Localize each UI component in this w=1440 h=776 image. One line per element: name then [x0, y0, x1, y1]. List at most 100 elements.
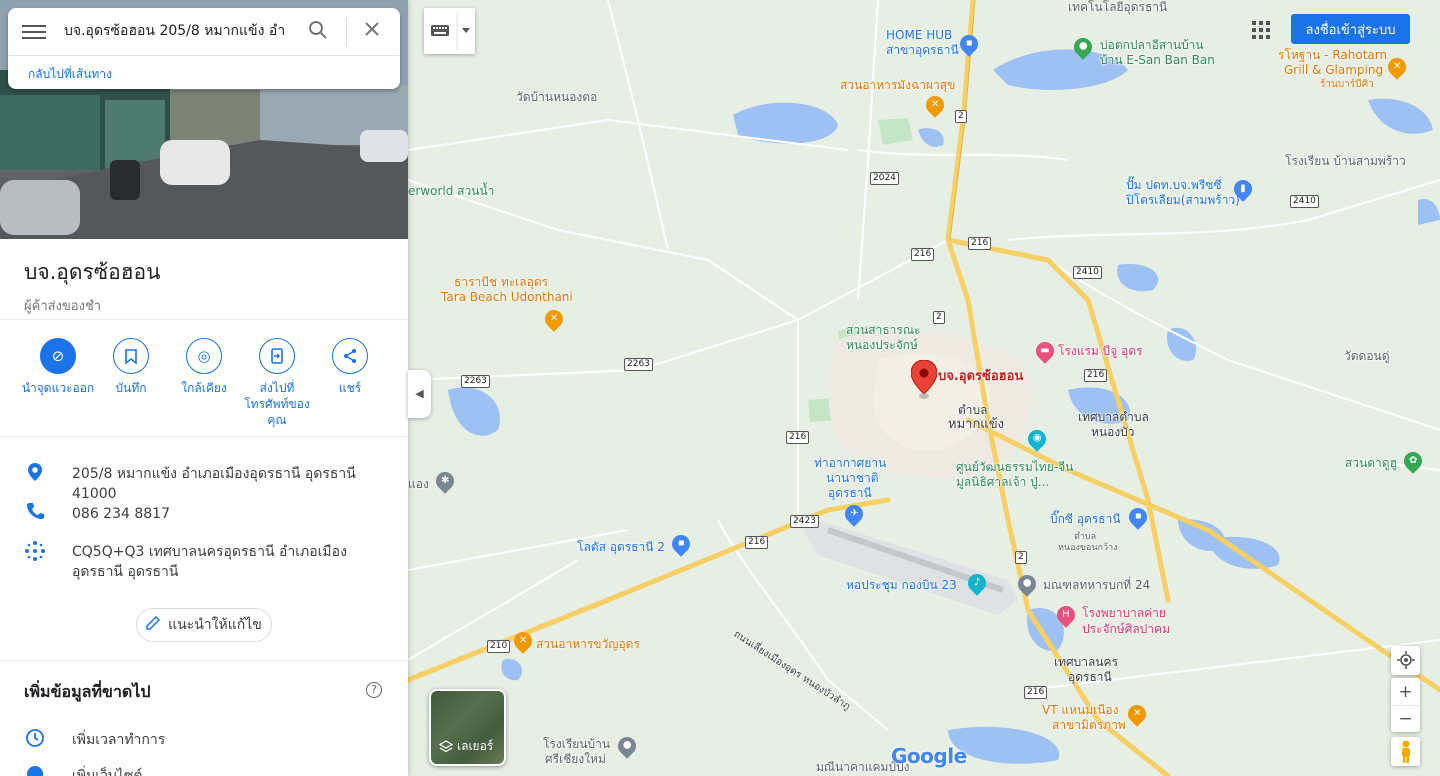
phone-handset-glyph — [27, 503, 44, 519]
poi-label: ประจักษ์ศิลปาคม — [1082, 622, 1170, 636]
help-icon[interactable]: ? — [366, 682, 382, 698]
poi-label[interactable]: โรงเรียน บ้านสามพร้าว — [1285, 154, 1406, 168]
globe-icon — [24, 764, 46, 776]
poi-label[interactable]: ธาราบีช ทะเลอุดร — [454, 275, 548, 289]
search-box-divider — [8, 55, 400, 56]
my-location-icon — [1391, 646, 1420, 673]
nearby-button[interactable]: ◎ ใกล้เคียง — [166, 338, 242, 396]
poi-label[interactable]: แอง — [408, 477, 429, 491]
poi-label[interactable]: วัดบ้านหนองตอ — [516, 90, 597, 104]
bookmark-icon — [113, 338, 149, 374]
road-shield: 2 — [955, 110, 967, 123]
google-apps-icon[interactable] — [1252, 21, 1270, 39]
layers-button[interactable]: เลเยอร์ — [429, 689, 506, 766]
action-label: แชร์ — [338, 381, 362, 395]
poi-label: อุดรธานี — [828, 486, 872, 500]
close-icon[interactable] — [360, 20, 384, 44]
poi-label: ปิโตรเลียม(สามพร้าว) — [1126, 193, 1240, 207]
search-input[interactable]: บจ.อุดรซ้อฮอน 205/8 หมากแข้ง อำ — [64, 20, 294, 44]
plus-code-glyph — [25, 541, 45, 561]
bookmark-glyph — [125, 348, 137, 364]
poi-label[interactable]: VT แหนมเนือง — [1042, 703, 1118, 717]
poi-label[interactable]: ปั๊ม ปตท.บจ.พรีซซี่ — [1126, 178, 1222, 192]
suggest-edit-button[interactable]: แนะนำให้แก้ไข — [136, 608, 272, 642]
area-label: อุดรธานี — [1068, 670, 1112, 684]
add-website-text: เพิ่มเว็บไซต์ — [72, 768, 143, 776]
crosshair-glyph — [1396, 650, 1415, 669]
phone-text: 086 234 8817 — [72, 506, 170, 522]
save-button[interactable]: บันทึก — [93, 338, 169, 396]
poi-label[interactable]: รโหฐาน - Rahotarn — [1278, 48, 1387, 62]
selected-place-marker[interactable] — [911, 360, 937, 400]
send-to-phone-button[interactable]: ส่งไปที่โทรศัพท์ของคุณ — [239, 338, 315, 428]
close-icon-glyph — [365, 22, 379, 36]
zoom-in-button[interactable]: + — [1391, 678, 1420, 705]
street-view-pegman-icon[interactable] — [1391, 737, 1420, 766]
poi-label[interactable]: HOME HUB — [886, 28, 952, 42]
divider — [0, 319, 408, 320]
poi-label[interactable]: ศูนย์วัฒนธรรมไทย-จีน — [956, 460, 1073, 474]
road-shield: 216 — [968, 237, 992, 250]
road-shield: 2 — [933, 311, 945, 324]
input-tools-button[interactable] — [424, 8, 475, 54]
poi-label[interactable]: สวนอาหารขวัญอุดร — [536, 637, 640, 651]
missing-info-heading: เพิ่มข้อมูลที่ขาดไป — [24, 682, 151, 701]
area-label: หมากแข้ง — [948, 417, 1004, 432]
clock-glyph — [26, 729, 44, 747]
selected-place-label[interactable]: บจ.อุดรซ้อฮอน — [938, 370, 1023, 384]
sign-in-button[interactable]: ลงชื่อเข้าสู่ระบบ — [1291, 14, 1410, 44]
poi-label[interactable]: โรงเรียนบ้าน — [543, 737, 610, 751]
zoom-out-button[interactable]: − — [1391, 705, 1420, 732]
globe-glyph — [27, 766, 43, 776]
remove-stop-button[interactable]: ⊘ นำจุดแวะออก — [20, 338, 96, 396]
poi-label[interactable]: วัดดอนดู่ — [1344, 349, 1390, 363]
poi-label[interactable]: สวนสาธารณะ — [846, 323, 920, 337]
poi-label[interactable]: สวนอาหารมังฉาผาสุข — [840, 78, 955, 92]
poi-label: สาขาอุดรธานี — [886, 43, 959, 57]
poi-label[interactable]: เทคโนโลยีอุดรธานี — [1068, 0, 1167, 14]
remove-stop-icon: ⊘ — [40, 338, 76, 374]
share-button[interactable]: แชร์ — [312, 338, 388, 396]
search-icon[interactable] — [306, 20, 330, 44]
poi-label[interactable]: บิ๊กซี อุดรธานี — [1050, 512, 1121, 526]
zoom-controls: + − — [1391, 678, 1420, 732]
poi-label[interactable]: หอประชุม กองบิน 23 — [846, 578, 957, 592]
poi-label[interactable]: บ่อตกปลาอีสานบ้าน — [1100, 38, 1204, 52]
share-glyph — [344, 349, 356, 363]
address-text: 205/8 หมากแข้ง อำเภอเมืองอุดรธานี อุดรธา… — [72, 466, 356, 502]
place-category[interactable]: ผู้ค้าส่งของชำ — [24, 295, 161, 316]
poi-label[interactable]: สวนตาดูฮู — [1345, 456, 1397, 470]
area-label: เทศบาลนคร — [1054, 655, 1119, 669]
pegman-glyph — [1401, 740, 1410, 763]
action-label: นำจุดแวะออก — [21, 381, 95, 395]
layers-label-wrap: เลเยอร์ — [439, 737, 493, 756]
map-canvas[interactable]: 2 2024 216 216 2410 2410 2 2263 2263 216… — [408, 0, 1440, 776]
collapse-panel-button[interactable]: ◀ — [408, 370, 431, 418]
poi-label[interactable]: ท่าอากาศยาน — [814, 456, 886, 470]
chevron-left-icon: ◀ — [415, 387, 424, 400]
poi-label: นานาชาติ — [826, 471, 879, 485]
search-box: บจ.อุดรซ้อฮอน 205/8 หมากแข้ง อำ กลับไปที… — [8, 8, 400, 89]
poi-label: ศรีเชียงใหม่ — [545, 752, 606, 766]
clock-icon — [24, 728, 46, 750]
poi-label: ร้านบาร์บีคิว — [1320, 79, 1374, 90]
road-shield: 2024 — [870, 172, 899, 185]
poi-label[interactable]: โลตัส อุดรธานี 2 — [577, 540, 665, 554]
action-bar: ⊘ นำจุดแวะออก บันทึก ◎ ใกล้เคียง ส่งไปที… — [0, 338, 408, 428]
poi-label[interactable]: มณฑลทหารบกที่ 24 — [1043, 578, 1150, 592]
area-label: ตำบล — [958, 403, 988, 417]
poi-label[interactable]: erworld สวนน้ำ — [408, 184, 494, 198]
google-logo-text: Google — [891, 744, 967, 768]
phone-glyph — [271, 348, 283, 364]
pin-glyph — [28, 463, 42, 481]
back-to-directions-link[interactable]: กลับไปที่เส้นทาง — [28, 65, 112, 84]
my-location-button[interactable] — [1391, 646, 1420, 675]
poi-label: Tara Beach Udonthani — [441, 290, 573, 304]
search-icon-glyph — [309, 21, 327, 39]
menu-icon[interactable] — [22, 22, 46, 42]
map-pin-icon — [911, 360, 937, 399]
poi-label[interactable]: โรงแรม บีจู อุดร — [1058, 344, 1143, 358]
share-icon — [332, 338, 368, 374]
action-label: ส่งไปที่โทรศัพท์ของคุณ — [244, 381, 310, 427]
poi-label[interactable]: โรงพยาบาลค่าย — [1082, 606, 1166, 620]
